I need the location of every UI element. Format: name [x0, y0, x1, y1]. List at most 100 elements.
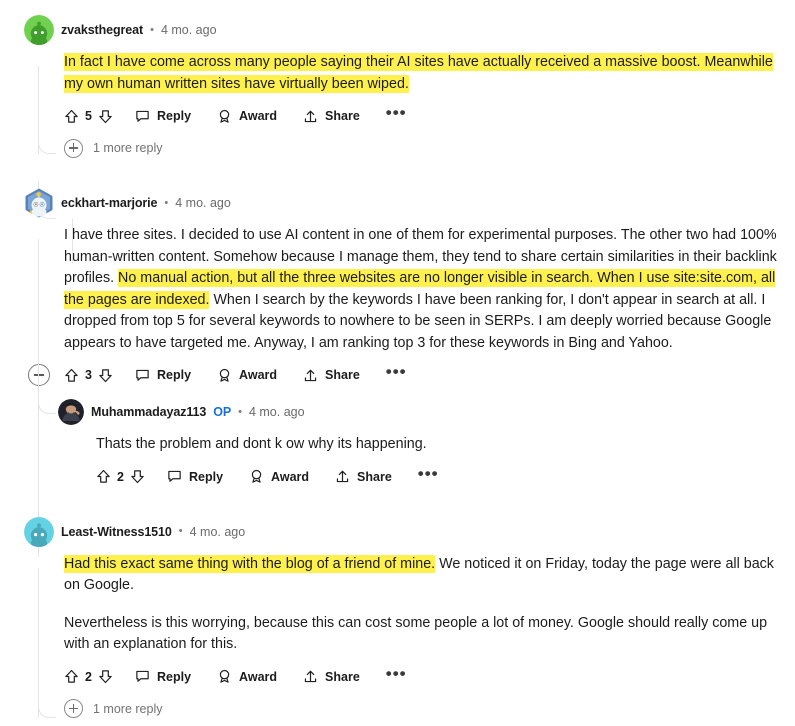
reply-label: Reply	[189, 469, 224, 484]
speech-bubble-icon	[135, 109, 150, 124]
op-badge[interactable]: OP	[213, 405, 231, 419]
share-button[interactable]: Share	[303, 669, 360, 684]
reply-button[interactable]: Reply	[167, 469, 223, 484]
comment-username[interactable]: zvaksthegreat	[61, 23, 143, 37]
comment-action-bar: 3 Reply Award Share •••	[0, 358, 795, 392]
comment-header: eckhart-marjorie • 4 mo. ago	[0, 187, 795, 219]
thread-line[interactable]	[38, 66, 39, 154]
avatar[interactable]	[24, 15, 54, 45]
more-options-button[interactable]: •••	[386, 363, 407, 382]
comment-paragraph: Thats the problem and dont k ow why its …	[96, 436, 427, 452]
share-arrow-icon	[303, 109, 318, 124]
reply-label: Reply	[157, 109, 192, 123]
share-button[interactable]: Share	[303, 368, 360, 383]
speech-bubble-icon	[167, 469, 182, 484]
comment-header: Least-Witness1510 • 4 mo. ago	[0, 516, 795, 548]
comment-action-bar: 2 Reply Award Share •••	[0, 660, 795, 694]
vote-group: 2	[96, 469, 145, 484]
comment-username[interactable]: Muhammadayaz113	[91, 405, 206, 419]
speech-bubble-icon	[135, 368, 150, 383]
award-ribbon-icon	[249, 469, 264, 484]
reply-thread-line[interactable]	[72, 219, 73, 263]
comment-timestamp: 4 mo. ago	[160, 23, 217, 37]
upvote-arrow-icon[interactable]	[64, 368, 79, 383]
upvote-arrow-icon[interactable]	[64, 109, 79, 124]
award-ribbon-icon	[217, 669, 232, 684]
award-label: Award	[239, 669, 278, 684]
downvote-arrow-icon[interactable]	[98, 368, 113, 383]
downvote-arrow-icon[interactable]	[98, 109, 113, 124]
more-replies-label: 1 more reply	[93, 141, 163, 155]
highlighted-text: In fact I have come across many people s…	[64, 53, 773, 93]
share-arrow-icon	[335, 469, 350, 484]
comment-paragraph: I have three sites. I decided to use AI …	[64, 225, 777, 354]
more-replies-button[interactable]: 1 more reply	[0, 133, 795, 163]
share-label: Share	[325, 109, 360, 123]
comment-eckhart-marjorie: eckhart-marjorie • 4 mo. ago I have thre…	[0, 181, 795, 557]
vote-group: 3	[64, 368, 113, 383]
award-button[interactable]: Award	[217, 109, 277, 124]
comment-zvaksthegreat: zvaksthegreat • 4 mo. ago In fact I have…	[0, 14, 795, 163]
reply-button[interactable]: Reply	[135, 109, 191, 124]
vote-group: 5	[64, 109, 113, 124]
share-arrow-icon	[303, 669, 318, 684]
comment-username[interactable]: Least-Witness1510	[61, 525, 172, 539]
comment-paragraph: In fact I have come across many people s…	[64, 52, 777, 95]
award-label: Award	[239, 109, 278, 123]
reply-label: Reply	[157, 368, 192, 382]
speech-bubble-icon	[135, 669, 150, 684]
comment-body: Had this exact same thing with the blog …	[0, 548, 795, 656]
downvote-arrow-icon[interactable]	[130, 469, 145, 484]
share-label: Share	[325, 669, 360, 684]
comment-timestamp: 4 mo. ago	[189, 524, 246, 539]
comment-username[interactable]: eckhart-marjorie	[61, 196, 157, 210]
avatar[interactable]	[24, 516, 54, 547]
share-button[interactable]: Share	[303, 109, 360, 124]
award-button[interactable]: Award	[217, 669, 277, 684]
more-options-button[interactable]: •••	[386, 665, 407, 684]
vote-count: 2	[85, 669, 92, 684]
upvote-arrow-icon[interactable]	[64, 669, 79, 684]
avatar[interactable]	[58, 399, 84, 425]
award-ribbon-icon	[217, 109, 232, 124]
comment-paragraph: Nevertheless is this worrying, because t…	[64, 614, 768, 653]
more-options-button[interactable]: •••	[418, 465, 439, 484]
expand-plus-icon	[64, 138, 83, 158]
comment-header: zvaksthegreat • 4 mo. ago	[0, 14, 795, 46]
share-arrow-icon	[303, 368, 318, 383]
more-options-button[interactable]: •••	[386, 104, 407, 123]
more-replies-button[interactable]: 1 more reply	[0, 694, 795, 724]
award-button[interactable]: Award	[249, 469, 309, 484]
comment-action-bar: 2 Reply Award Share •••	[0, 460, 795, 494]
reply-label: Reply	[157, 669, 192, 684]
comment-header: Muhammadayaz113 OP • 4 mo. ago	[0, 396, 795, 428]
more-replies-label: 1 more reply	[93, 701, 163, 716]
comment-timestamp: 4 mo. ago	[175, 196, 231, 210]
vote-count: 2	[117, 469, 124, 484]
separator-dot: •	[238, 405, 242, 418]
award-label: Award	[271, 469, 310, 484]
comment-reply-muhammadayaz113: Muhammadayaz113 OP • 4 mo. ago Thats the…	[0, 382, 795, 494]
highlighted-text: Had this exact same thing with the blog …	[64, 554, 436, 573]
thread-line[interactable]	[38, 567, 39, 718]
vote-count: 3	[85, 368, 92, 382]
separator-dot: •	[164, 196, 169, 209]
vote-group: 2	[64, 669, 113, 684]
comment-body: I have three sites. I decided to use AI …	[0, 219, 795, 354]
comment-action-bar: 5 Reply Award Share •••	[0, 99, 795, 133]
reply-button[interactable]: Reply	[135, 669, 191, 684]
share-button[interactable]: Share	[335, 469, 392, 484]
vote-count: 5	[85, 109, 92, 123]
comment-thread: zvaksthegreat • 4 mo. ago In fact I have…	[0, 0, 795, 724]
share-label: Share	[357, 469, 392, 484]
reply-connector-curve	[38, 382, 56, 414]
separator-dot: •	[150, 23, 154, 36]
award-button[interactable]: Award	[217, 368, 277, 383]
share-label: Share	[325, 368, 360, 382]
upvote-arrow-icon[interactable]	[96, 469, 111, 484]
avatar[interactable]	[24, 188, 54, 218]
downvote-arrow-icon[interactable]	[98, 669, 113, 684]
reply-button[interactable]: Reply	[135, 368, 191, 383]
separator-dot: •	[178, 525, 183, 537]
comment-body: In fact I have come across many people s…	[0, 46, 795, 95]
